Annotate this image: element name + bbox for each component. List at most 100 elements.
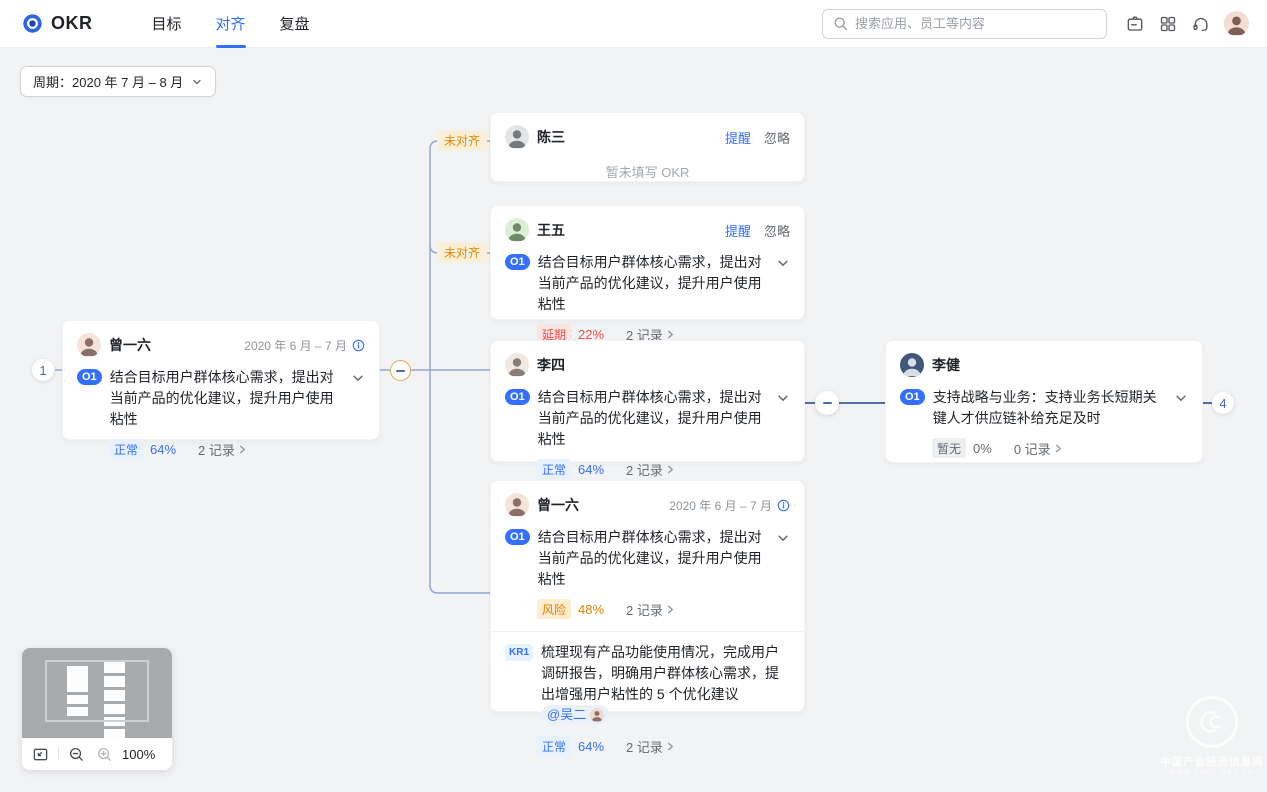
owner-name: 李健	[932, 355, 960, 375]
divider	[491, 631, 804, 632]
apps-grid-icon[interactable]	[1158, 14, 1178, 34]
records-link[interactable]: 2 记录	[626, 600, 675, 619]
chevron-right-icon	[666, 605, 675, 614]
minimap-viewport[interactable]	[45, 660, 149, 722]
header-icons	[1125, 11, 1249, 36]
objective-text: 结合目标用户群体核心需求，提出对当前产品的优化建议，提升用户使用粘性	[538, 387, 768, 450]
avatar	[77, 333, 101, 357]
okr-card-root: 曾一六 2020 年 6 月 – 7 月 O1 结合目标用户群体核心需求，提出对…	[62, 320, 380, 440]
minimap-view[interactable]	[22, 648, 172, 738]
records-link[interactable]: 0 记录	[1014, 439, 1063, 458]
edge-label-unaligned: 未对齐	[437, 130, 487, 151]
okr-card-zeng2: 曾一六 2020 年 6 月 – 7 月 O1 结合目标用户群体核心需求，提出对…	[490, 480, 805, 712]
tasks-board-icon[interactable]	[1125, 14, 1145, 34]
owner-name: 陈三	[537, 127, 565, 147]
search-icon	[833, 16, 848, 31]
okr-card-lijian: 李健 O1 支持战略与业务：支持业务长短期关键人才供应链补给充足及时 暂无 0%…	[885, 340, 1203, 463]
objective-badge: O1	[505, 529, 530, 545]
ignore-link[interactable]: 忽略	[764, 128, 790, 147]
objective-badge: O1	[505, 389, 530, 405]
expand-chevron-icon[interactable]	[1174, 391, 1188, 405]
objective-badge: O1	[77, 369, 102, 385]
minimap: 100%	[22, 648, 172, 770]
expand-chevron-icon[interactable]	[776, 391, 790, 405]
user-avatar[interactable]	[1224, 11, 1249, 36]
objective-text: 结合目标用户群体核心需求，提出对当前产品的优化建议，提升用户使用粘性	[110, 367, 343, 430]
ignore-link[interactable]: 忽略	[764, 221, 790, 240]
root-order-badge[interactable]: 1	[32, 359, 54, 381]
zoom-level: 100%	[122, 747, 155, 762]
status-badge: 正常	[537, 736, 571, 756]
chevron-right-icon	[666, 742, 675, 751]
minimap-toolbar: 100%	[22, 738, 172, 770]
main-nav: 目标 对齐 复盘	[135, 0, 327, 48]
info-icon[interactable]	[777, 499, 790, 512]
global-search[interactable]	[822, 9, 1107, 39]
mention-chip[interactable]: @吴二	[541, 705, 609, 724]
progress-value: 64%	[150, 442, 176, 457]
collapse-node-root[interactable]	[390, 360, 411, 381]
search-input[interactable]	[855, 16, 1096, 31]
remind-link[interactable]: 提醒	[725, 221, 751, 240]
lijian-order-badge[interactable]: 4	[1212, 392, 1234, 414]
objective-badge: O1	[900, 389, 925, 405]
avatar	[505, 353, 529, 377]
okr-card-wang: 王五 提醒 忽略 O1 结合目标用户群体核心需求，提出对当前产品的优化建议，提升…	[490, 205, 805, 320]
minus-icon	[396, 370, 405, 372]
chevron-down-icon	[191, 76, 203, 88]
owner-name: 曾一六	[109, 335, 151, 355]
avatar	[505, 218, 529, 242]
tab-review[interactable]: 复盘	[263, 0, 327, 48]
collapse-node-li4[interactable]	[815, 391, 839, 415]
progress-value: 64%	[578, 462, 604, 477]
progress-value: 48%	[578, 602, 604, 617]
mention-avatar	[590, 708, 604, 722]
chevron-right-icon	[666, 330, 675, 339]
empty-okr-text: 暂未填写 OKR	[505, 162, 790, 181]
objective-text: 结合目标用户群体核心需求，提出对当前产品的优化建议，提升用户使用粘性	[538, 527, 768, 590]
objective-text: 支持战略与业务：支持业务长短期关键人才供应链补给充足及时	[933, 387, 1166, 429]
app-logo[interactable]: OKR	[22, 13, 93, 34]
tab-alignment[interactable]: 对齐	[199, 0, 263, 48]
status-badge: 正常	[537, 459, 571, 479]
info-icon[interactable]	[352, 339, 365, 352]
status-badge: 风险	[537, 599, 571, 619]
okr-card-li4: 李四 O1 结合目标用户群体核心需求，提出对当前产品的优化建议，提升用户使用粘性…	[490, 340, 805, 462]
owner-name: 李四	[537, 355, 565, 375]
records-link[interactable]: 2 记录	[626, 737, 675, 756]
objective-badge: O1	[505, 254, 530, 270]
alignment-canvas: 周期：2020 年 7 月 – 8 月 1 未对齐 未对齐 4 曾一六 2020…	[0, 48, 1267, 792]
headset-icon[interactable]	[1191, 14, 1211, 34]
minus-icon	[823, 402, 832, 404]
expand-chevron-icon[interactable]	[776, 256, 790, 270]
period-label: 2020 年 6 月 – 7 月	[669, 497, 790, 514]
fit-view-icon[interactable]	[32, 746, 49, 763]
expand-chevron-icon[interactable]	[351, 371, 365, 385]
status-badge: 正常	[109, 439, 143, 459]
period-label: 2020 年 6 月 – 7 月	[244, 337, 365, 354]
status-badge: 暂无	[932, 438, 966, 458]
avatar	[900, 353, 924, 377]
period-filter[interactable]: 周期：2020 年 7 月 – 8 月	[20, 66, 216, 97]
progress-value: 0%	[973, 441, 992, 456]
avatar	[505, 493, 529, 517]
tab-goals[interactable]: 目标	[135, 0, 199, 48]
okr-card-chen: 陈三 提醒 忽略 暂未填写 OKR	[490, 112, 805, 182]
kr-badge: KR1	[505, 644, 533, 661]
owner-name: 曾一六	[537, 495, 579, 515]
chevron-right-icon	[238, 445, 247, 454]
zoom-out-icon[interactable]	[68, 746, 85, 763]
owner-name: 王五	[537, 220, 565, 240]
zoom-in-icon[interactable]	[96, 746, 113, 763]
objective-text: 结合目标用户群体核心需求，提出对当前产品的优化建议，提升用户使用粘性	[538, 252, 768, 315]
app-name: OKR	[51, 13, 93, 34]
remind-link[interactable]: 提醒	[725, 128, 751, 147]
progress-value: 64%	[578, 739, 604, 754]
expand-chevron-icon[interactable]	[776, 531, 790, 545]
avatar	[505, 125, 529, 149]
period-filter-label: 周期：2020 年 7 月 – 8 月	[33, 72, 183, 91]
records-link[interactable]: 2 记录	[626, 460, 675, 479]
okr-logo-icon	[22, 13, 43, 34]
chevron-right-icon	[666, 465, 675, 474]
records-link[interactable]: 2 记录	[198, 440, 247, 459]
